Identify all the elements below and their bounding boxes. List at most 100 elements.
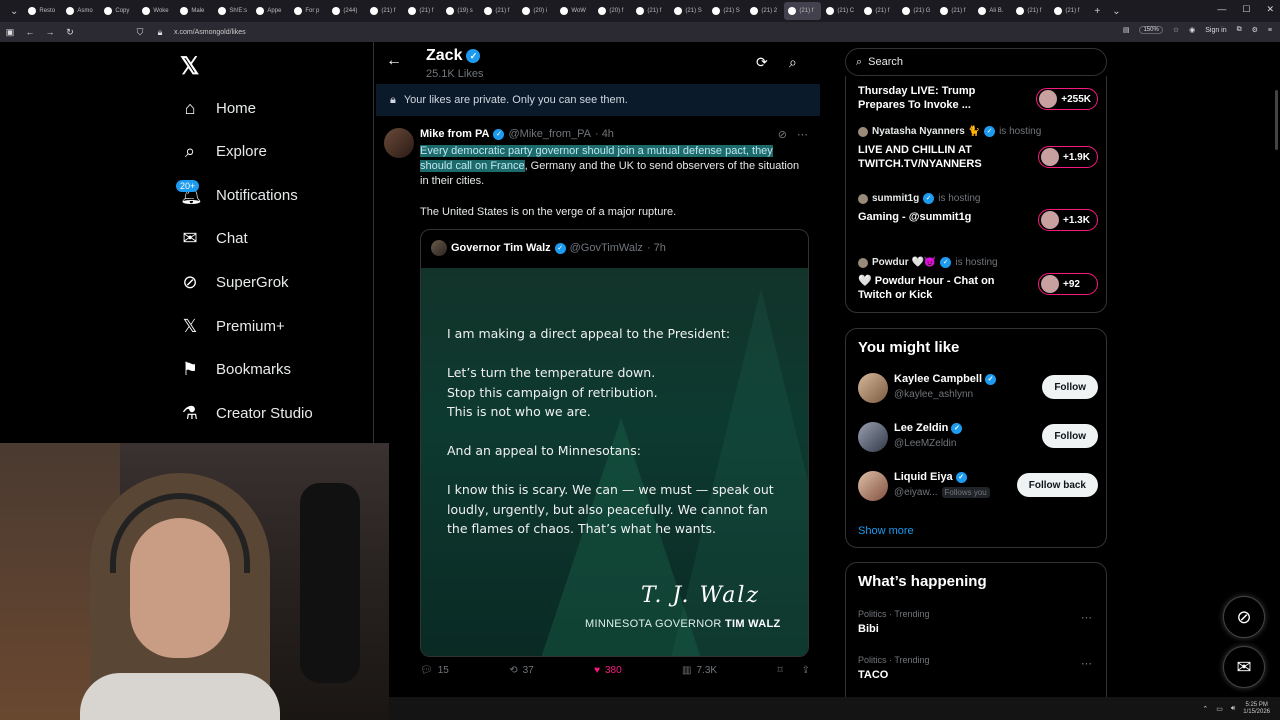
browser-tab[interactable]: Resto: [24, 2, 61, 20]
browser-tab[interactable]: (21) f: [480, 2, 517, 20]
browser-tab[interactable]: (21) f: [784, 2, 822, 20]
user-name[interactable]: Liquid Eiya ✓: [894, 471, 967, 483]
url-bar[interactable]: x.com/Asmongold/likes: [174, 29, 246, 36]
sign-in-link[interactable]: Sign in: [1205, 27, 1226, 34]
nav-item-chat[interactable]: ✉ Chat: [180, 224, 247, 254]
tweet-time[interactable]: · 4h: [595, 128, 614, 140]
avatar[interactable]: [858, 471, 888, 501]
browser-tab[interactable]: (20) f: [594, 2, 631, 20]
forward-icon[interactable]: →: [40, 27, 60, 37]
repost-button[interactable]: ⟲ 37: [509, 665, 534, 676]
more-icon[interactable]: ⋯: [1081, 657, 1092, 670]
menu-icon[interactable]: ≡: [1268, 27, 1272, 34]
browser-tab[interactable]: (21) S: [670, 2, 707, 20]
views-button[interactable]: ▥ 7.3K: [682, 665, 717, 676]
browser-tab[interactable]: Male: [176, 2, 213, 20]
live-item[interactable]: summit1g ✓ is hosting Gaming - @summit1g +…: [858, 193, 1098, 231]
browser-tab[interactable]: (21) f: [936, 2, 973, 20]
nav-item-explore[interactable]: ⌕ Explore: [180, 137, 267, 167]
nav-item-premium-[interactable]: 𝕏 Premium+: [180, 311, 285, 341]
tab-list-icon[interactable]: ⌄: [10, 6, 18, 17]
follow-button[interactable]: Follow: [1042, 424, 1098, 448]
reload-icon[interactable]: ↻: [60, 27, 80, 38]
back-arrow-icon[interactable]: ←: [386, 52, 402, 70]
lock-icon[interactable]: 🔒︎: [150, 27, 170, 38]
browser-tab[interactable]: For p: [290, 2, 327, 20]
nav-item-bookmarks[interactable]: ⚑ Bookmarks: [180, 355, 291, 385]
live-item[interactable]: Nyatasha Nyanners 🐈 ✓ is hosting LIVE AND …: [858, 126, 1098, 171]
suggested-user[interactable]: Kaylee Campbell ✓ @kaylee_ashlynn Follow: [858, 371, 1098, 407]
quote-author[interactable]: Governor Tim Walz: [451, 242, 551, 254]
clock[interactable]: 5:25 PM 1/15/2026: [1243, 702, 1270, 716]
live-listener-pill[interactable]: +255K: [1036, 88, 1098, 110]
browser-tab[interactable]: (19) s: [442, 2, 479, 20]
minimize-button[interactable]: —: [1217, 4, 1226, 15]
quote-time[interactable]: · 7h: [647, 242, 666, 254]
browser-tab[interactable]: (21) G: [898, 2, 935, 20]
search-icon[interactable]: ⌕: [789, 54, 797, 71]
live-item[interactable]: Thursday LIVE: Trump Prepares To Invoke …: [858, 84, 1098, 112]
close-button[interactable]: ✕: [1266, 4, 1274, 15]
live-item[interactable]: Powdur 🤍😈 ✓ is hosting 🤍 Powdur Hour - Cha…: [858, 257, 1098, 302]
suggested-user[interactable]: Liquid Eiya ✓ @eiyaw... Follows you Follow…: [858, 469, 1098, 505]
browser-tab[interactable]: (21) f: [860, 2, 897, 20]
tray-chevron-icon[interactable]: ⌃: [1202, 705, 1208, 713]
zoom-level[interactable]: 150%: [1139, 26, 1163, 34]
tweet-handle[interactable]: @Mike_from_PA: [508, 128, 590, 140]
browser-tab[interactable]: Woke: [138, 2, 175, 20]
avatar[interactable]: [858, 422, 888, 452]
messages-fab-button[interactable]: ✉: [1223, 646, 1265, 688]
quoted-tweet[interactable]: Governor Tim Walz ✓ @GovTimWalz · 7h I a…: [420, 229, 809, 657]
share-icon[interactable]: ⇪: [802, 665, 810, 676]
avatar[interactable]: [858, 373, 888, 403]
account-icon[interactable]: ◉: [1189, 26, 1195, 34]
reader-icon[interactable]: ▤: [1123, 26, 1130, 34]
quote-image[interactable]: I am making a direct appeal to the Presi…: [421, 268, 808, 656]
browser-tab[interactable]: (20) i: [518, 2, 555, 20]
live-listener-pill[interactable]: +92: [1038, 273, 1098, 295]
grok-fab-button[interactable]: ⊘: [1223, 596, 1265, 638]
browser-tab[interactable]: Copy: [100, 2, 137, 20]
sidebar-toggle-icon[interactable]: ▣: [0, 27, 20, 38]
browser-tab[interactable]: (21) f: [404, 2, 441, 20]
browser-tab[interactable]: (21) f: [632, 2, 669, 20]
browser-tab[interactable]: Appe: [252, 2, 289, 20]
settings-icon[interactable]: ⚙: [1252, 26, 1258, 34]
network-icon[interactable]: ▭: [1216, 705, 1223, 713]
avatar[interactable]: [384, 128, 414, 158]
x-logo[interactable]: 𝕏: [180, 52, 199, 81]
grok-icon[interactable]: ⊘: [778, 128, 787, 141]
refresh-grok-icon[interactable]: ⟳: [756, 54, 768, 71]
trend-item[interactable]: Politics · Trending Bibi ⋯: [858, 609, 1098, 635]
scrollbar[interactable]: [1275, 90, 1278, 150]
browser-tab[interactable]: (21) C: [822, 2, 859, 20]
like-button[interactable]: ♥ 380: [594, 665, 622, 676]
browser-tab[interactable]: Ali B.: [974, 2, 1011, 20]
quote-handle[interactable]: @GovTimWalz: [570, 242, 643, 254]
browser-tab[interactable]: WoW: [556, 2, 593, 20]
trend-item[interactable]: Politics · Trending TACO ⋯: [858, 655, 1098, 681]
suggested-user[interactable]: Lee Zeldin ✓ @LeeMZeldin Follow: [858, 420, 1098, 456]
bookmark-star-icon[interactable]: ☆: [1173, 26, 1179, 34]
search-input[interactable]: [868, 56, 1069, 68]
nav-item-supergrok[interactable]: ⊘ SuperGrok: [180, 267, 288, 297]
shield-icon[interactable]: ⛉: [130, 27, 150, 38]
back-icon[interactable]: ←: [20, 27, 40, 37]
reply-button[interactable]: 💬︎ 15: [420, 665, 449, 676]
browser-tab[interactable]: (21) f: [1012, 2, 1049, 20]
extensions-icon[interactable]: ⧉: [1237, 26, 1242, 34]
search-box[interactable]: ⌕: [845, 48, 1107, 76]
browser-tab[interactable]: (21) S: [708, 2, 745, 20]
browser-tab[interactable]: (21) 2: [746, 2, 783, 20]
tab-overflow-icon[interactable]: ⌄: [1112, 6, 1120, 17]
browser-tab[interactable]: Sh!E:s: [214, 2, 251, 20]
tweet-author[interactable]: Mike from PA: [420, 128, 489, 140]
follow-button[interactable]: Follow: [1042, 375, 1098, 399]
nav-item-creator-studio[interactable]: ⚗ Creator Studio: [180, 398, 313, 428]
browser-tab[interactable]: (21) f: [1050, 2, 1087, 20]
browser-tab[interactable]: (244): [328, 2, 365, 20]
user-name[interactable]: Lee Zeldin ✓: [894, 422, 963, 434]
browser-tab[interactable]: Asmo: [62, 2, 99, 20]
user-name[interactable]: Kaylee Campbell ✓: [894, 373, 997, 385]
nav-item-home[interactable]: ⌂ Home: [180, 93, 256, 123]
